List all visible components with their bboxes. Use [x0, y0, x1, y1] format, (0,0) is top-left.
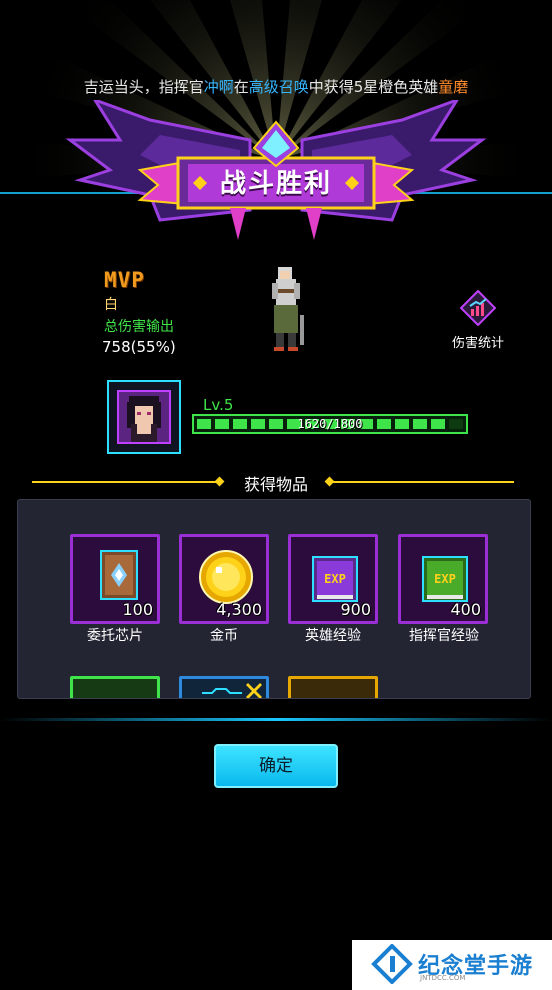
total-damage-label: 总伤害输出 [104, 319, 174, 335]
reward-item-commander-exp[interactable]: EXP 400 [398, 534, 488, 624]
total-damage-value: 758(55%) [102, 338, 176, 356]
hero-exp-book-text: EXP [324, 572, 346, 586]
announce-prefix: 吉运当头，指挥官 [83, 78, 204, 96]
damage-stats-label: 伤害统计 [451, 336, 504, 351]
announce-hero: 童磨 [438, 78, 469, 96]
announce-mid2: 中获得5星橙色英雄 [308, 78, 439, 96]
commander-level: Lv.5 [203, 396, 234, 414]
reward-item-hero-exp[interactable]: EXP 900 [288, 534, 378, 624]
reward-qty: 100 [122, 600, 153, 619]
rewards-title: 获得物品 [243, 475, 308, 494]
reward-qty: 400 [450, 600, 481, 619]
commander-xp-text: 1620/1800 [297, 417, 363, 431]
reward-label: 英雄经验 [305, 628, 361, 644]
reward-item-partial[interactable] [70, 676, 160, 698]
reward-qty: 900 [340, 600, 371, 619]
confirm-button[interactable]: 确定 [214, 744, 338, 788]
commander-portrait-image [127, 396, 161, 442]
announce-player: 冲啊 [203, 78, 234, 96]
watermark-sub: JNTDCC.COM [420, 974, 466, 982]
mvp-hero-sprite [272, 267, 304, 351]
reward-item-partial[interactable] [288, 676, 378, 698]
section-divider [0, 718, 552, 721]
mvp-badge: MVP [104, 268, 145, 292]
rewards-panel[interactable]: 100 委托芯片 4,300 金币 EXP 900 英雄经验 EXP 400 指… [17, 499, 531, 699]
damage-stats-button[interactable]: 伤害统计 [446, 289, 510, 351]
commander-avatar [107, 380, 181, 454]
reward-qty: 4,300 [216, 600, 262, 619]
reward-item-chip[interactable]: 100 [70, 534, 160, 624]
partial-reward-icon [202, 683, 262, 698]
section-line-right [330, 481, 514, 483]
reward-label: 金币 [210, 628, 238, 644]
reward-item-gold[interactable]: 4,300 [179, 534, 269, 624]
announce-mid1: 在 [233, 78, 249, 96]
announce-source: 高级召唤 [248, 78, 309, 96]
watermark-logo-icon [371, 944, 413, 984]
reward-item-partial[interactable] [179, 676, 269, 698]
reward-label: 指挥官经验 [409, 628, 479, 644]
victory-title: 战斗胜利 [219, 169, 332, 199]
chart-icon [459, 289, 497, 327]
commander-exp-book-text: EXP [434, 572, 456, 586]
reward-label: 委托芯片 [87, 628, 143, 644]
summon-announcement: 吉运当头，指挥官冲啊在高级召唤中获得5星橙色英雄童磨 [0, 76, 552, 97]
mvp-hero-name: 白 [104, 297, 118, 313]
